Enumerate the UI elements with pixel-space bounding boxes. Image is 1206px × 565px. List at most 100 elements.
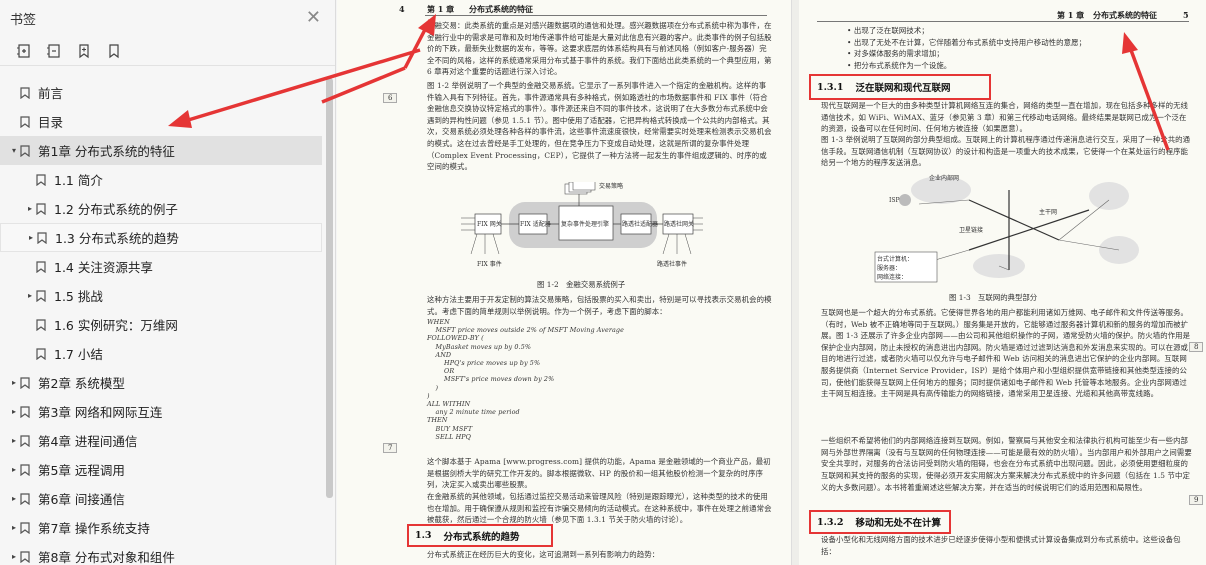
bullet-item: • 对多媒体服务的需求增加； [847, 48, 1086, 60]
code-line: THEN [427, 416, 448, 425]
section-heading-1-3: 1.3 分布式系统的趋势 [407, 524, 553, 547]
bookmark-item[interactable]: ▾ 第1章 分布式系统的特征 [0, 136, 322, 165]
bullet-text: 出现了无处不在计算，它伴随着分布式系统中支持用户移动性的意愿； [853, 37, 1087, 47]
bullet-item: • 把分布式系统作为一个设施。 [847, 60, 1086, 72]
bookmark-item[interactable]: ▸ 第3章 网络和网际互连 [0, 397, 322, 426]
bookmark-label: 1.3 分布式系统的趋势 [55, 231, 179, 246]
sidebar-header: 书签 ✕ [0, 0, 335, 36]
bookmark-label: 第8章 分布式对象和组件 [38, 550, 175, 565]
margin-page-number: 6 [383, 93, 398, 103]
margin-page-number: 9 [1189, 495, 1204, 505]
bookmark-label: 1.2 分布式系统的例子 [54, 202, 178, 217]
section-heading-1-3-1: 1.3.1 泛在联网和现代互联网 [809, 74, 991, 100]
figure-label: FIX 事件 [477, 260, 502, 268]
expand-toggle-icon[interactable]: ▸ [24, 291, 36, 300]
code-line: ) [427, 391, 430, 400]
page-number: 5 [1183, 10, 1189, 20]
bookmark-item[interactable]: 1.6 实例研究：万维网 [0, 310, 322, 339]
paragraph: 这种方法主要用于开发定制的算法交易策略，包括股票的买入和卖出，特别是可以寻找表示… [427, 295, 772, 316]
bookmark-item[interactable]: 1.1 简介 [0, 165, 322, 194]
bookmark-item[interactable]: 目录 [0, 107, 322, 136]
expand-toggle-icon[interactable]: ▸ [8, 465, 20, 474]
expand-all-icon[interactable] [16, 43, 32, 59]
bookmark-icon [36, 289, 46, 302]
figure-caption: 图 1-2 金融交易系统例子 [537, 280, 626, 289]
bookmark-label: 第6章 间接通信 [38, 492, 125, 507]
figure-financial-trading: 交易策略 FIX 网关 FIX 适配器 复杂事件处理引擎 路透社适配器 路透社网… [461, 182, 703, 268]
page-number: 4 [399, 4, 405, 14]
code-line: ALL WITHIN [427, 400, 471, 409]
bookmark-label: 1.7 小结 [54, 347, 103, 362]
bookmark-item[interactable]: ▸ 第6章 间接通信 [0, 484, 322, 513]
figure-label: 卫星链接 [959, 226, 983, 234]
figure-label: 网络连接： [877, 273, 907, 281]
expand-toggle-icon[interactable]: ▸ [8, 552, 20, 561]
paragraph: 设备小型化和无线网络方面的技术进步已经逐步使得小型和便携式计算设备集成到分布式系… [821, 535, 1181, 556]
bookmark-item[interactable]: ▸ 第7章 操作系统支持 [0, 513, 322, 542]
expand-toggle-icon[interactable]: ▸ [8, 378, 20, 387]
bookmark-item[interactable]: ▸ 第8章 分布式对象和组件 [0, 542, 322, 565]
code-line: FOLLOWED-BY ( [427, 334, 484, 343]
bookmark-icon [37, 231, 47, 244]
expand-toggle-icon[interactable]: ▸ [24, 204, 36, 213]
margin-page-number: 8 [1189, 342, 1204, 352]
bookmark-item[interactable]: ▸ 1.2 分布式系统的例子 [0, 194, 322, 223]
bullet-list: • 出现了泛在联网技术； • 出现了无处不在计算，它伴随着分布式系统中支持用户移动… [847, 25, 1086, 71]
code-line: WHEN [427, 318, 450, 326]
figure-label: 台式计算机： [877, 255, 913, 263]
figure-caption: 图 1-3 互联网的典型部分 [949, 293, 1038, 302]
figure-label: ISP [889, 197, 900, 204]
running-chapter-title: 分布式系统的特征 [469, 4, 533, 14]
bookmark-icon [20, 376, 30, 389]
code-line: ) [427, 383, 439, 392]
bookmark-label: 1.1 简介 [54, 173, 103, 188]
section-title: 移动和无处不在计算 [855, 518, 941, 529]
bookmark-item[interactable]: ▸ 1.3 分布式系统的趋势 [0, 223, 322, 252]
bookmark-icon [20, 492, 30, 505]
expand-toggle-icon[interactable]: ▸ [8, 436, 20, 445]
bookmark-icon [20, 144, 30, 157]
paragraph: 图 1-3 举例说明了互联网的部分典型组成。互联网上的计算机程序通过传递消息进行… [821, 135, 1191, 168]
expand-toggle-icon[interactable]: ▸ [25, 233, 37, 242]
bookmark-item[interactable]: 前言 [0, 78, 322, 107]
code-line: SELL HPQ [427, 432, 471, 441]
bookmark-item[interactable]: ▸ 1.5 挑战 [0, 281, 322, 310]
expand-toggle-icon[interactable]: ▾ [8, 146, 20, 155]
page-left: 4 第 1 章 分布式系统的特征 金融交易：此类系统的重点是对感兴趣数据项的通信… [337, 0, 792, 565]
bookmark-item[interactable]: ▸ 第5章 远程调用 [0, 455, 322, 484]
bookmark-icon [20, 405, 30, 418]
paragraph: 金融交易：此类系统的重点是对感兴趣数据项的通信和处理。感兴趣数据项在分布式系统中… [427, 21, 772, 77]
paragraph: 一些组织不希望将他们的内部网络连接到互联网。例如，警察局与其他安全和法律执行机构… [821, 436, 1192, 469]
document-viewer: 4 第 1 章 分布式系统的特征 金融交易：此类系统的重点是对感兴趣数据项的通信… [337, 0, 1206, 565]
bookmark-icon [20, 463, 30, 476]
bookmark-item[interactable]: 1.7 小结 [0, 339, 322, 368]
figure-label: 主干网 [1039, 208, 1057, 216]
bullet-item: • 出现了泛在联网技术； [847, 25, 1086, 37]
paragraph: 现代互联网是一个巨大的由多种类型计算机网络互连的集合，网络的类型一直在增加，现在… [821, 101, 1189, 134]
collapse-all-icon[interactable] [46, 43, 62, 59]
bookmark-item[interactable]: ▸ 第4章 进程间通信 [0, 426, 322, 455]
expand-toggle-icon[interactable]: ▸ [8, 407, 20, 416]
bookmark-icon[interactable] [106, 43, 122, 59]
figure-label: 复杂事件处理引擎 [561, 220, 609, 228]
bullet-item: • 出现了无处不在计算，它伴随着分布式系统中支持用户移动性的意愿； [847, 37, 1086, 49]
section-number: 1.3 [415, 530, 432, 541]
section-number: 1.3.1 [817, 81, 844, 93]
bullet-icon: • [847, 49, 854, 59]
paragraph: 这个脚本基于 Apama [www.progress.com] 提供的功能，Ap… [427, 457, 771, 490]
bookmark-sidebar: 书签 ✕ 前言 目录 ▾ 第1章 分布式系统的特征 1.1 简介 ▸ 1.2 分布式系统的例… [0, 0, 336, 565]
bookmark-item[interactable]: 1.4 关注资源共享 [0, 252, 322, 281]
code-line: MSFT price moves outside 2% of MSFT Movi… [427, 326, 624, 335]
expand-toggle-icon[interactable]: ▸ [8, 494, 20, 503]
expand-toggle-icon[interactable]: ▸ [8, 523, 20, 532]
bullet-icon: • [847, 60, 854, 70]
sidebar-scrollbar[interactable] [326, 78, 333, 498]
bookmark-item[interactable]: ▸ 第2章 系统模型 [0, 368, 322, 397]
add-bookmark-icon[interactable] [76, 43, 92, 59]
bullet-icon: • [847, 26, 854, 35]
code-line: BUY MSFT [427, 424, 473, 433]
section-title: 分布式系统的趋势 [443, 531, 520, 543]
bookmark-label: 第5章 远程调用 [38, 463, 125, 478]
running-chapter: 第 1 章 [427, 4, 455, 14]
close-icon[interactable]: ✕ [306, 9, 321, 27]
